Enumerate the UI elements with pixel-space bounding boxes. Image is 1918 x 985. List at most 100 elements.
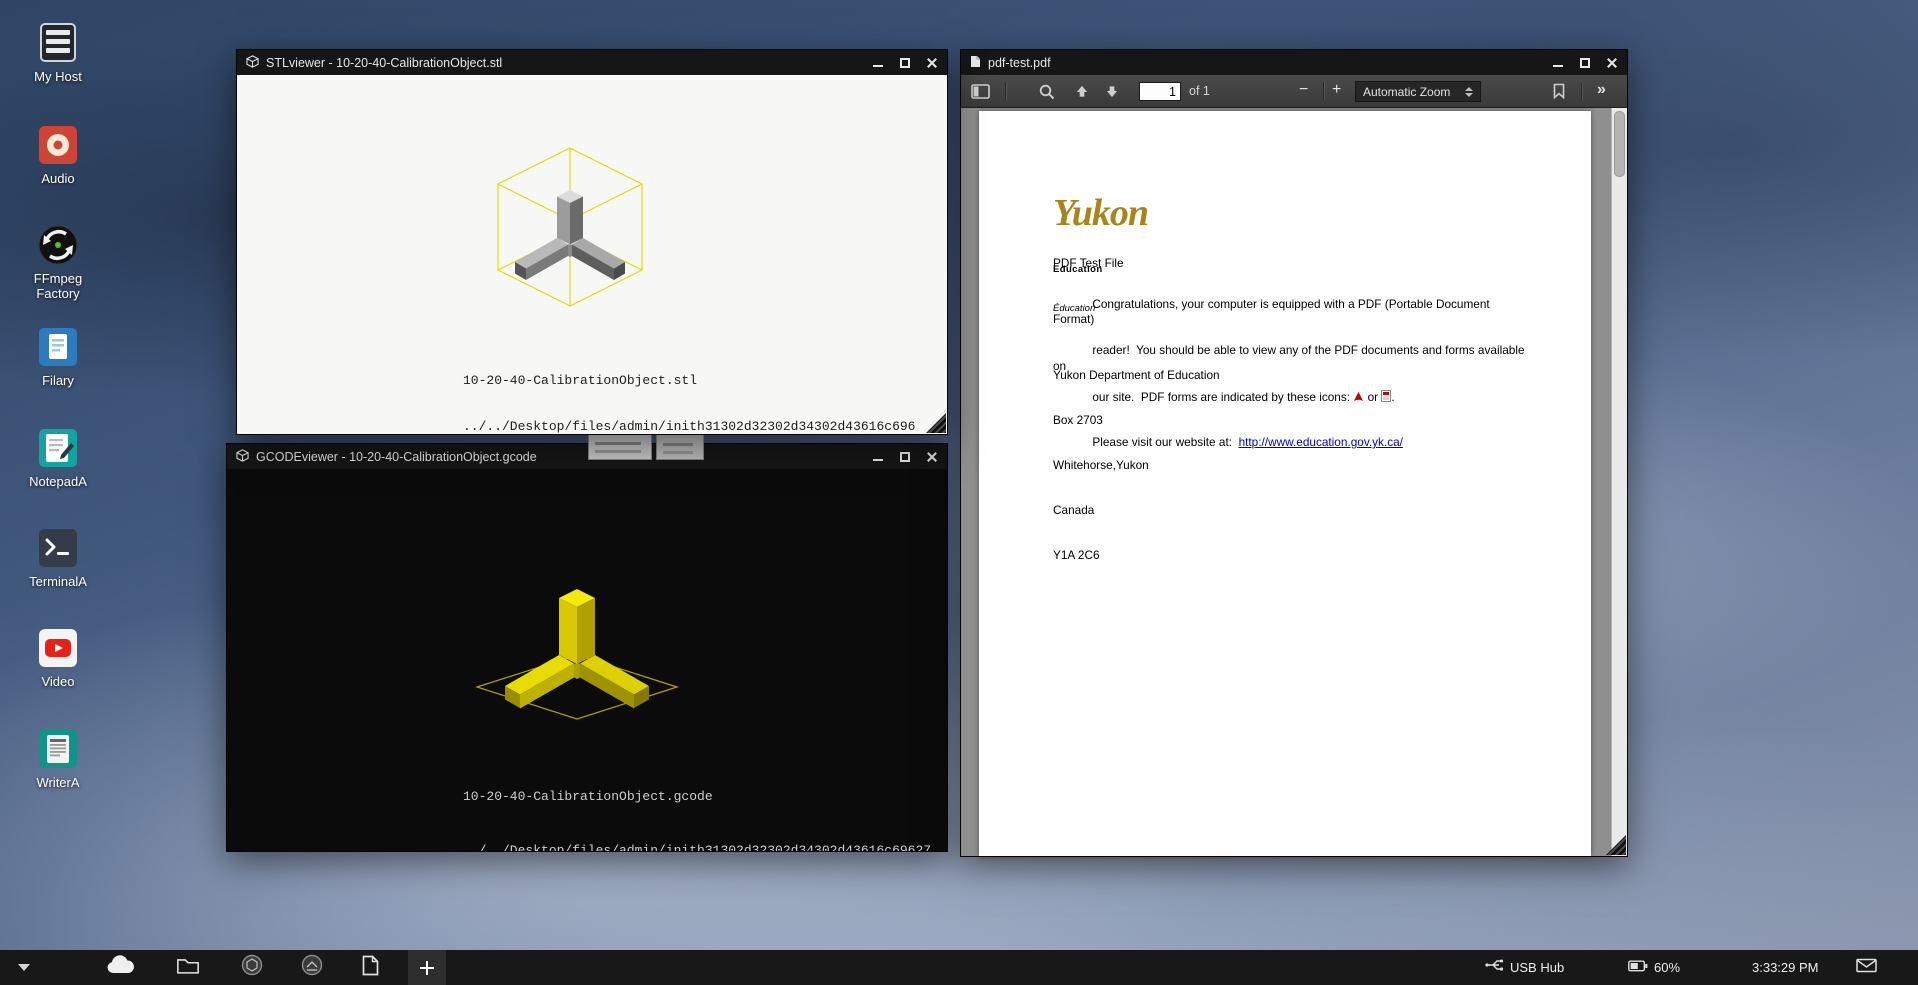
more-tools-button[interactable]: » xyxy=(1597,81,1606,99)
toolbar-divider xyxy=(1581,82,1582,101)
gcode-window-titlebar[interactable]: GCODEviewer - 10-20-40-CalibrationObject… xyxy=(227,444,947,469)
taskbar-clock: 3:33:29 PM xyxy=(1752,950,1819,985)
video-player-icon xyxy=(35,625,81,671)
minimize-icon[interactable] xyxy=(872,451,884,463)
background-window-fragment xyxy=(588,433,652,460)
desktop-icon-label: Video xyxy=(14,674,102,689)
pdf-scrollbar[interactable] xyxy=(1611,108,1627,856)
stl-3d-render xyxy=(470,130,670,330)
zoom-in-button[interactable]: + xyxy=(1332,82,1341,98)
search-icon[interactable] xyxy=(1039,84,1055,105)
desktop-icon-terminala[interactable]: TerminalA xyxy=(14,525,102,589)
background-window-fragment xyxy=(656,434,704,460)
desktop-icon-ffmpeg-factory[interactable]: FFmpeg Factory xyxy=(14,222,102,301)
zoom-select-value: Automatic Zoom xyxy=(1363,85,1450,99)
audio-icon xyxy=(35,122,81,168)
taskbar-files-button[interactable] xyxy=(168,950,208,985)
taskbar-new-button[interactable] xyxy=(408,950,446,985)
minimize-icon[interactable] xyxy=(1552,57,1564,69)
taskbar: USB Hub 60% 3:33:29 PM xyxy=(0,950,1918,985)
cube-app-icon xyxy=(236,449,249,465)
website-link[interactable]: http://www.education.gov.yk.ca/ xyxy=(1239,435,1403,449)
doc-heading: PDF Test File xyxy=(1053,256,1124,270)
maximize-icon[interactable] xyxy=(1579,57,1591,69)
desktop-icon-audio[interactable]: Audio xyxy=(14,122,102,186)
address-line: Canada xyxy=(1053,503,1220,518)
gcode-filename: 10-20-40-CalibrationObject.gcode xyxy=(463,790,931,803)
resize-grip[interactable] xyxy=(926,413,946,433)
minimize-icon[interactable] xyxy=(872,57,884,69)
pdf-form-icon xyxy=(1381,390,1391,407)
doc-address: Yukon Department of Education Box 2703 W… xyxy=(1053,338,1220,593)
doc-paragraph-end: . xyxy=(1391,390,1394,404)
taskbar-stlviewer-button[interactable] xyxy=(232,950,272,985)
tray-battery[interactable]: 60% xyxy=(1628,950,1680,985)
desktop-icon-filary[interactable]: Filary xyxy=(14,324,102,388)
cube-app-icon xyxy=(246,55,259,71)
cloud-icon xyxy=(105,955,135,980)
page-count-label: of 1 xyxy=(1189,84,1210,98)
computer-icon xyxy=(35,20,81,66)
gcode-3d-render xyxy=(457,537,697,737)
gcode-file-info: 10-20-40-CalibrationObject.gcode ../../D… xyxy=(463,764,931,851)
usb-hub-label: USB Hub xyxy=(1510,960,1564,975)
app-circle-icon xyxy=(241,954,263,981)
desktop-icon-label: TerminalA xyxy=(14,574,102,589)
desktop-icon-label: Audio xyxy=(14,171,102,186)
zoom-out-button[interactable]: − xyxy=(1299,82,1308,98)
desktop-icon-writera[interactable]: WriterA xyxy=(14,726,102,790)
next-page-icon[interactable] xyxy=(1105,85,1119,103)
website-prefix: Please visit our website at: xyxy=(1092,435,1238,449)
gcode-viewer-window: GCODEviewer - 10-20-40-CalibrationObject… xyxy=(226,443,948,852)
taskbar-gcodeviewer-button[interactable] xyxy=(292,950,332,985)
gcode-render-area: 10-20-40-CalibrationObject.gcode ../../D… xyxy=(227,469,947,851)
maximize-icon[interactable] xyxy=(899,451,911,463)
folder-icon xyxy=(176,956,200,980)
notepad-icon xyxy=(35,425,81,471)
writer-icon xyxy=(35,726,81,772)
scrollbar-thumb[interactable] xyxy=(1614,111,1625,177)
usb-icon xyxy=(1485,958,1504,977)
bookmark-icon[interactable] xyxy=(1553,83,1565,104)
stl-window-titlebar[interactable]: STLviewer - 10-20-40-CalibrationObject.s… xyxy=(237,50,947,75)
app-circle-icon xyxy=(301,954,323,981)
gcode-path-line1: ../../Desktop/files/admin/inith31302d323… xyxy=(463,844,931,851)
select-arrows-icon xyxy=(1465,87,1473,97)
tray-usb-hub[interactable]: USB Hub xyxy=(1485,950,1564,985)
close-icon[interactable] xyxy=(926,57,938,69)
pdf-page: Yukon Education Éducation PDF Test File … xyxy=(979,111,1591,856)
taskbar-cloud-button[interactable] xyxy=(98,950,142,985)
terminal-icon xyxy=(35,525,81,571)
desktop-icon-label: WriterA xyxy=(14,775,102,790)
pdf-file-icon xyxy=(362,955,379,981)
page-number-input[interactable] xyxy=(1139,82,1181,101)
close-icon[interactable] xyxy=(926,451,938,463)
desktop-icon-my-host[interactable]: My Host xyxy=(14,20,102,84)
taskbar-menu-button[interactable] xyxy=(10,950,38,985)
stl-viewer-window: STLviewer - 10-20-40-CalibrationObject.s… xyxy=(236,49,948,435)
doc-paragraph-or: or xyxy=(1364,390,1381,404)
pdf-file-icon xyxy=(970,55,981,71)
maximize-icon[interactable] xyxy=(899,57,911,69)
zoom-select[interactable]: Automatic Zoom xyxy=(1355,81,1481,102)
close-icon[interactable] xyxy=(1606,57,1618,69)
taskbar-pdf-button[interactable] xyxy=(350,950,390,985)
desktop-icon-video[interactable]: Video xyxy=(14,625,102,689)
stl-render-area: 10-20-40-CalibrationObject.stl ../../Des… xyxy=(237,75,947,434)
recycle-arrows-icon xyxy=(35,222,81,268)
battery-percent-label: 60% xyxy=(1654,960,1680,975)
pdf-window-titlebar[interactable]: pdf-test.pdf xyxy=(961,50,1627,75)
pdf-viewer-window: pdf-test.pdf of 1 − xyxy=(960,49,1628,857)
stl-filename: 10-20-40-CalibrationObject.stl xyxy=(463,374,915,387)
sidebar-toggle-icon[interactable] xyxy=(971,84,990,104)
doc-paragraph-line: Congratulations, your computer is equipp… xyxy=(1053,297,1493,327)
pdf-toolbar: of 1 − + Automatic Zoom » xyxy=(961,75,1627,108)
window-title: pdf-test.pdf xyxy=(988,56,1051,70)
previous-page-icon[interactable] xyxy=(1075,85,1089,103)
desktop-icon-label: My Host xyxy=(14,69,102,84)
address-line: Yukon Department of Education xyxy=(1053,368,1220,383)
desktop-icon-notepada[interactable]: NotepadA xyxy=(14,425,102,489)
tray-mail[interactable] xyxy=(1856,950,1877,985)
toolbar-divider xyxy=(1323,82,1324,101)
yukon-logo-wordmark: Yukon xyxy=(1053,192,1148,234)
